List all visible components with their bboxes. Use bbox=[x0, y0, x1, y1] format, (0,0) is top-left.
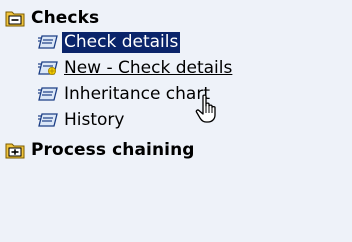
tree-item-history[interactable]: History bbox=[38, 109, 126, 131]
tree-item-new-check-details[interactable]: New - Check details bbox=[38, 57, 234, 79]
tree-item-label: Check details bbox=[62, 31, 181, 53]
tree-item-check-details[interactable]: Check details bbox=[38, 31, 181, 53]
tree-item-label: History bbox=[64, 109, 125, 130]
new-form-icon bbox=[38, 61, 58, 75]
tree-item-label: New - Check details bbox=[64, 57, 233, 78]
minus-box-icon[interactable] bbox=[5, 9, 25, 27]
tree-group-process-chaining[interactable]: Process chaining bbox=[5, 137, 195, 163]
form-icon bbox=[38, 35, 58, 49]
tree-group-label: Process chaining bbox=[31, 140, 195, 160]
tree-group-checks[interactable]: Checks bbox=[5, 5, 99, 31]
tree-group-label: Checks bbox=[31, 8, 100, 28]
form-icon bbox=[38, 113, 58, 127]
tree-item-inheritance-chart[interactable]: Inheritance chart bbox=[38, 83, 212, 105]
plus-box-icon[interactable] bbox=[5, 141, 25, 159]
tree-item-label: Inheritance chart bbox=[64, 83, 210, 104]
form-icon bbox=[38, 87, 58, 101]
